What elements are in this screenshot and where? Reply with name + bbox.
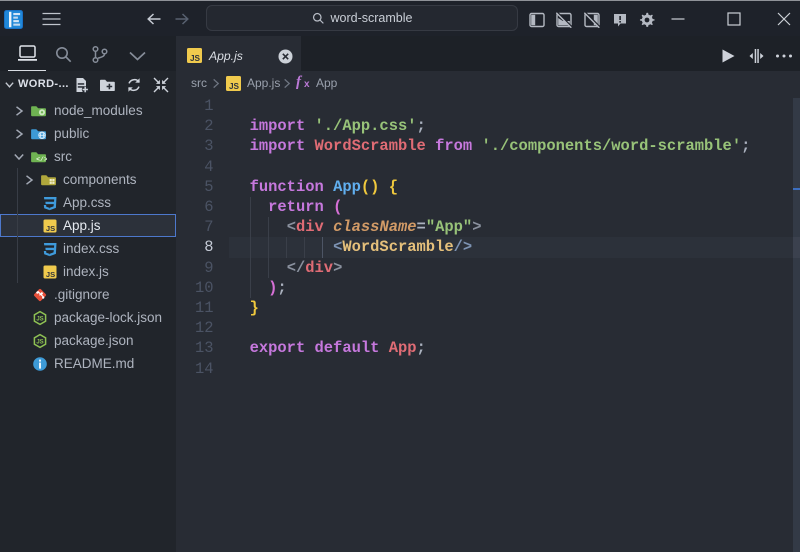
svg-text:JS: JS (36, 316, 43, 322)
svg-text:JS: JS (36, 339, 43, 345)
svg-text:JS: JS (46, 270, 55, 279)
svg-text:JS: JS (229, 82, 240, 91)
svg-text:</>: </> (36, 156, 47, 163)
svg-text:JS: JS (46, 224, 55, 233)
svg-text:JS: JS (190, 54, 201, 63)
